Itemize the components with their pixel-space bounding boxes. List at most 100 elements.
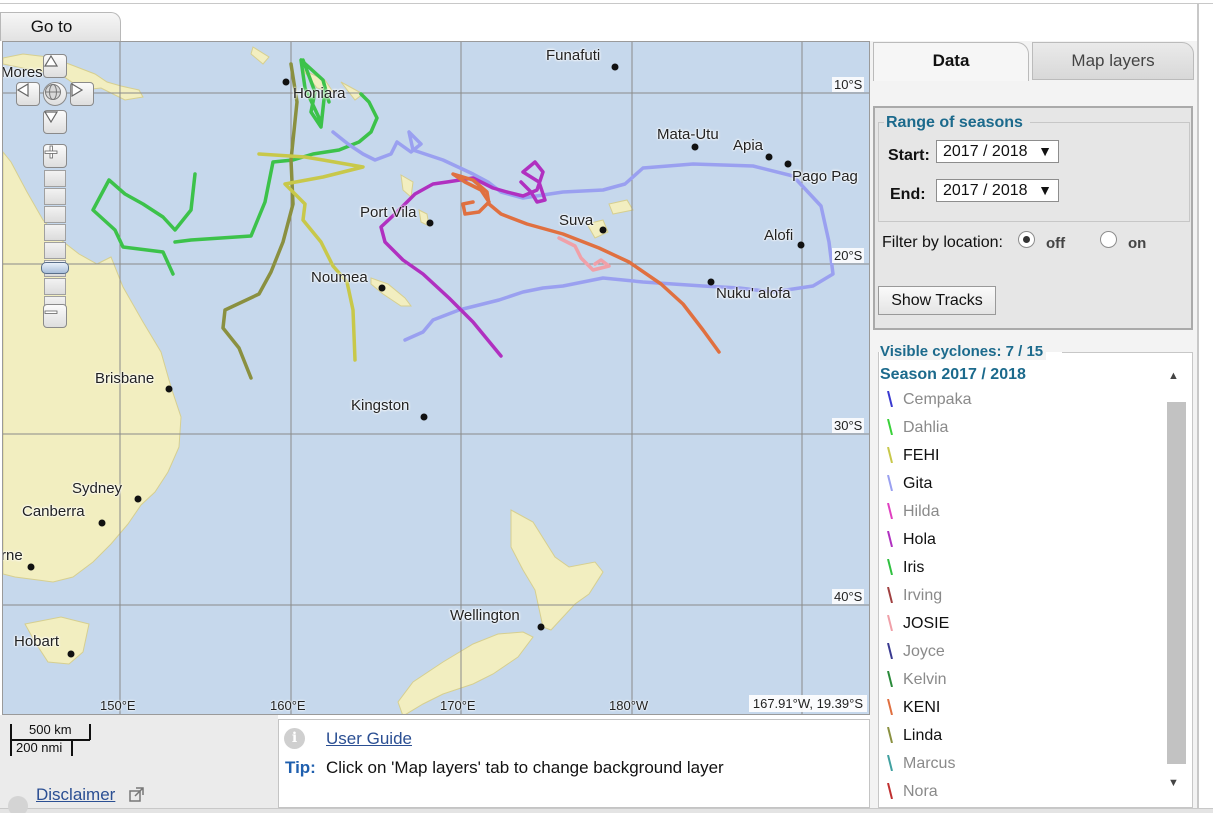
place-label-noumea: Noumea bbox=[311, 269, 368, 286]
track-color-swatch-icon bbox=[887, 531, 893, 547]
range-fieldset bbox=[878, 122, 1190, 222]
track-color-swatch-icon bbox=[887, 727, 893, 743]
track-color-swatch-icon bbox=[887, 447, 893, 463]
zoom-out-button[interactable] bbox=[43, 304, 67, 328]
track-color-swatch-icon bbox=[887, 671, 893, 687]
tab-data[interactable]: Data bbox=[873, 42, 1029, 81]
info-icon: i bbox=[284, 728, 305, 749]
track-color-swatch-icon bbox=[887, 559, 893, 575]
lat-label-30s: 30°S bbox=[832, 418, 865, 433]
cyclone-name: Nora bbox=[903, 783, 938, 800]
filter-on-radio[interactable] bbox=[1100, 231, 1117, 248]
scroll-down-arrow-icon[interactable]: ▼ bbox=[1168, 777, 1179, 789]
end-season-value: 2017 / 2018 bbox=[943, 182, 1028, 199]
cyclone-tracker-app: Go to Mores Honiara Funafuti Mata-Utu Ap… bbox=[0, 0, 1213, 813]
user-guide-link[interactable]: User Guide bbox=[326, 729, 412, 749]
cyclone-list: Cempaka Dahlia FEHI Gita Hilda Hola Iris Irving… bbox=[884, 388, 1154, 808]
track-fehi bbox=[257, 152, 365, 362]
track-color-swatch-icon bbox=[887, 391, 893, 407]
disclaimer-link[interactable]: Disclaimer bbox=[36, 785, 115, 805]
track-color-swatch-icon bbox=[887, 475, 893, 491]
cyclone-list-item[interactable]: Hilda bbox=[884, 500, 1154, 528]
place-label-brisbane: Brisbane bbox=[95, 370, 155, 387]
pan-reset-button[interactable] bbox=[43, 82, 67, 106]
bottom-border bbox=[0, 808, 1213, 813]
cyclone-list-item[interactable]: Dahlia bbox=[884, 416, 1154, 444]
cyclone-list-item[interactable]: Cempaka bbox=[884, 388, 1154, 416]
filter-off-label: off bbox=[1046, 235, 1066, 252]
place-label-sydney: Sydney bbox=[72, 480, 123, 497]
cyclone-list-item[interactable]: Kelvin bbox=[884, 668, 1154, 696]
zoom-level-bar[interactable] bbox=[44, 242, 66, 259]
cyclone-list-item[interactable]: Gita bbox=[884, 472, 1154, 500]
pan-right-button[interactable] bbox=[70, 82, 94, 106]
show-tracks-button[interactable]: Show Tracks bbox=[878, 286, 996, 315]
fieldset-border bbox=[1030, 122, 1190, 123]
zoom-level-bar[interactable] bbox=[44, 188, 66, 205]
cyclone-list-item[interactable]: Linda bbox=[884, 724, 1154, 752]
filter-off-radio[interactable] bbox=[1018, 231, 1035, 248]
track-linda bbox=[221, 62, 299, 380]
place-label-pago-pago: Pago Pag bbox=[792, 168, 858, 185]
scroll-up-arrow-icon[interactable]: ▲ bbox=[1168, 370, 1179, 382]
cyclone-name: Iris bbox=[903, 559, 925, 576]
place-label-mata-utu: Mata-Utu bbox=[657, 126, 719, 143]
cyclone-list-item[interactable]: JOSIE bbox=[884, 612, 1154, 640]
place-label-kingston: Kingston bbox=[351, 397, 410, 414]
triangle-left-icon bbox=[17, 83, 29, 97]
place-label-honiara: Honiara bbox=[293, 85, 346, 102]
pan-down-button[interactable] bbox=[43, 110, 67, 134]
globe-icon bbox=[45, 84, 61, 100]
cyclone-list-item[interactable]: Irving bbox=[884, 584, 1154, 612]
lat-label-40s: 40°S bbox=[832, 589, 865, 604]
info-icon bbox=[8, 796, 28, 813]
scrollbar-thumb[interactable] bbox=[1167, 402, 1186, 764]
cyclone-list-item[interactable]: Marcus bbox=[884, 752, 1154, 780]
external-link-icon[interactable] bbox=[129, 787, 144, 802]
pan-left-button[interactable] bbox=[16, 82, 40, 106]
zoom-level-bar[interactable] bbox=[44, 170, 66, 187]
zoom-in-button[interactable] bbox=[43, 144, 67, 168]
triangle-right-icon bbox=[71, 83, 83, 97]
cyclone-list-item[interactable]: Hola bbox=[884, 528, 1154, 556]
cyclone-list-item[interactable]: Joyce bbox=[884, 640, 1154, 668]
cyclone-name: Hola bbox=[903, 531, 936, 548]
cyclone-list-item[interactable]: KENI bbox=[884, 696, 1154, 724]
scale-nmi-label: 200 nmi bbox=[16, 740, 63, 755]
new-caledonia bbox=[370, 277, 412, 307]
lon-label-150e: 150°E bbox=[100, 698, 136, 713]
start-season-value: 2017 / 2018 bbox=[943, 143, 1028, 160]
cyclone-name: JOSIE bbox=[903, 615, 950, 632]
start-season-select[interactable]: 2017 / 2018 ▼ bbox=[936, 140, 1059, 163]
filter-on-label: on bbox=[1128, 235, 1147, 252]
season-title: Season 2017 / 2018 bbox=[880, 366, 1026, 383]
dropdown-arrow-icon: ▼ bbox=[1038, 143, 1052, 159]
fieldset-border bbox=[1062, 352, 1193, 353]
zoom-slider-handle[interactable] bbox=[41, 262, 69, 274]
mouse-coordinate-readout: 167.91°W, 19.39°S bbox=[748, 695, 867, 712]
cyclone-list-item[interactable]: Iris bbox=[884, 556, 1154, 584]
fiji bbox=[586, 199, 634, 239]
range-of-seasons-legend: Range of seasons bbox=[886, 114, 1023, 131]
radio-selected-dot bbox=[1023, 236, 1030, 243]
cyclone-list-item[interactable]: Nora bbox=[884, 780, 1154, 808]
pan-up-button[interactable] bbox=[43, 54, 67, 78]
filter-by-location-label: Filter by location: bbox=[882, 234, 1003, 251]
goto-tab[interactable]: Go to bbox=[0, 12, 121, 41]
place-label-wellington: Wellington bbox=[450, 607, 520, 624]
zoom-level-bar[interactable] bbox=[44, 206, 66, 223]
zoom-level-bar[interactable] bbox=[44, 224, 66, 241]
place-label-canberra: Canberra bbox=[22, 503, 85, 520]
cyclone-name: Joyce bbox=[903, 643, 945, 660]
place-label-suva: Suva bbox=[559, 212, 594, 229]
map-view[interactable]: Mores Honiara Funafuti Mata-Utu Apia Pag… bbox=[2, 41, 870, 715]
tab-map-layers[interactable]: Map layers bbox=[1032, 42, 1194, 80]
cyclone-list-item[interactable]: FEHI bbox=[884, 444, 1154, 472]
place-label-melbourne: rne bbox=[2, 547, 23, 564]
lon-label-160e: 160°E bbox=[270, 698, 306, 713]
end-season-select[interactable]: 2017 / 2018 ▼ bbox=[936, 179, 1059, 202]
cyclone-name: Cempaka bbox=[903, 391, 972, 408]
zoom-level-bar[interactable] bbox=[44, 278, 66, 295]
track-color-swatch-icon bbox=[887, 783, 893, 799]
track-color-swatch-icon bbox=[887, 643, 893, 659]
